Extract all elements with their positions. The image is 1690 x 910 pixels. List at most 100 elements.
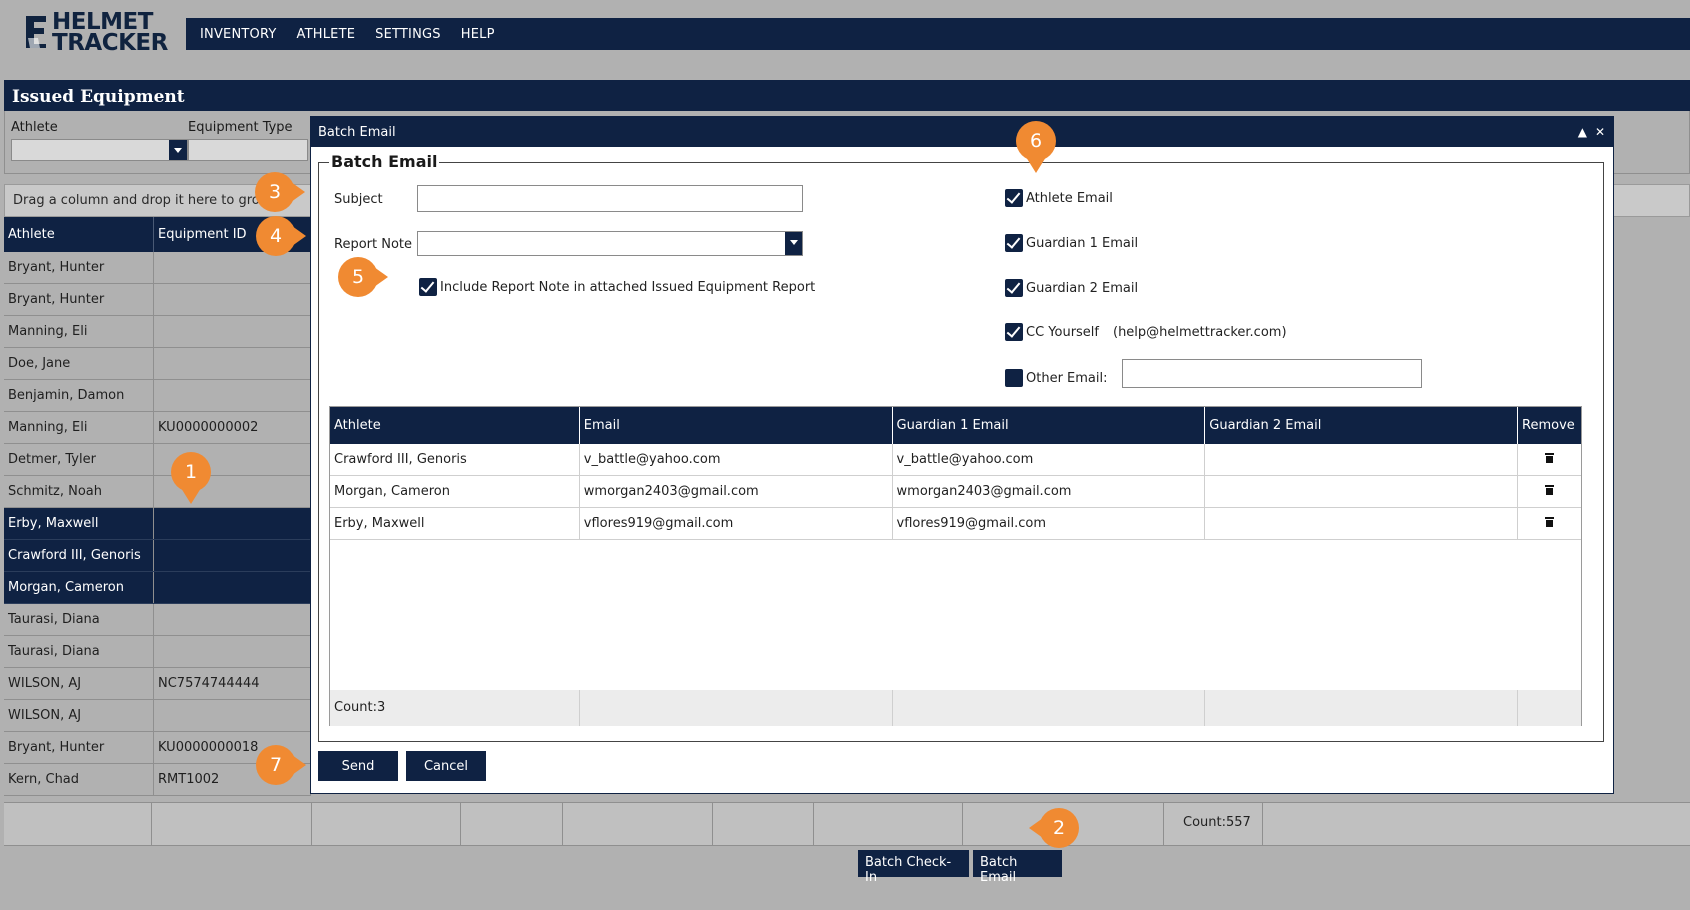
guardian1-cell: wmorgan2403@gmail.com	[893, 476, 1206, 507]
footer-cell	[580, 690, 893, 726]
include-note-label: Include Report Note in attached Issued E…	[440, 280, 816, 295]
equipment-id-cell	[154, 348, 311, 379]
athlete-cell: Manning, Eli	[4, 412, 154, 443]
column-email[interactable]: Email	[580, 407, 893, 444]
nav-inventory[interactable]: INVENTORY	[200, 27, 277, 42]
close-icon[interactable]: ✕	[1595, 125, 1605, 139]
cc-yourself-checkbox[interactable]	[1005, 323, 1023, 341]
trash-icon[interactable]	[1545, 517, 1555, 527]
equipment-id-cell	[154, 252, 311, 283]
guardian2-email-checkbox[interactable]	[1005, 279, 1023, 297]
column-guardian1-email[interactable]: Guardian 1 Email	[893, 407, 1206, 444]
subject-input[interactable]	[417, 185, 803, 212]
footer-divider	[460, 802, 461, 846]
dialog-controls: ▲ ✕	[1578, 125, 1605, 139]
table-row[interactable]: WILSON, AJ	[4, 700, 311, 732]
table-row[interactable]: Taurasi, Diana	[4, 604, 311, 636]
email-cell: wmorgan2403@gmail.com	[580, 476, 893, 507]
column-guardian2-email[interactable]: Guardian 2 Email	[1205, 407, 1519, 444]
equipment-id-cell	[154, 604, 311, 635]
equipment-id-cell	[154, 316, 311, 347]
recipients-table: Athlete Email Guardian 1 Email Guardian …	[329, 406, 1582, 726]
remove-cell	[1518, 508, 1581, 539]
batch-email-button[interactable]: Batch Email	[973, 850, 1062, 885]
column-athlete[interactable]: Athlete	[4, 217, 154, 252]
callout-marker: 1	[171, 452, 211, 504]
page-title: Issued Equipment	[4, 80, 1690, 111]
table-row[interactable]: Taurasi, Diana	[4, 636, 311, 668]
table-row[interactable]: WILSON, AJ NC7574744444	[4, 668, 311, 700]
nav-help[interactable]: HELP	[461, 27, 495, 42]
athlete-cell: Schmitz, Noah	[4, 476, 154, 507]
table-row[interactable]: Manning, Eli KU0000000002	[4, 412, 311, 444]
equipment-id-cell	[154, 540, 311, 571]
equipment-id-cell	[154, 636, 311, 667]
table-row[interactable]: Benjamin, Damon	[4, 380, 311, 412]
batch-email-dialog: Batch Email ▲ ✕ Batch Email Subject Repo…	[310, 116, 1614, 794]
guardian1-email-label: Guardian 1 Email	[1026, 236, 1139, 251]
column-athlete[interactable]: Athlete	[330, 407, 580, 444]
helmet-tracker-logo[interactable]: HELMET TRACKER	[24, 11, 168, 55]
grid-count: Count:557	[1183, 815, 1251, 830]
equipment-id-cell	[154, 572, 311, 603]
table-row: Morgan, Cameron wmorgan2403@gmail.com wmor…	[330, 476, 1581, 508]
footer-cell	[893, 690, 1206, 726]
equipment-id-cell: KU0000000002	[154, 412, 311, 443]
athlete-cell: Bryant, Hunter	[4, 732, 154, 763]
athlete-cell: Kern, Chad	[4, 764, 154, 795]
chevron-down-icon[interactable]	[169, 140, 187, 160]
table-row[interactable]: Doe, Jane	[4, 348, 311, 380]
table-row[interactable]: Schmitz, Noah	[4, 476, 311, 508]
callout-number: 2	[1052, 817, 1066, 839]
table-row[interactable]: Manning, Eli	[4, 316, 311, 348]
equipment-id-cell	[154, 284, 311, 315]
other-email-label: Other Email:	[1026, 371, 1108, 386]
trash-icon[interactable]	[1545, 485, 1555, 495]
report-note-label: Report Note	[334, 237, 412, 252]
trash-icon[interactable]	[1545, 453, 1555, 463]
main-nav: INVENTORY ATHLETE SETTINGS HELP	[186, 18, 1690, 50]
table-row[interactable]: Bryant, Hunter	[4, 252, 311, 284]
table-row[interactable]: Crawford III, Genoris	[4, 540, 311, 572]
footer-divider	[562, 802, 563, 846]
send-button[interactable]: Send	[318, 751, 398, 781]
guardian2-email-label: Guardian 2 Email	[1026, 281, 1139, 296]
athlete-cell: Erby, Maxwell	[330, 508, 580, 539]
table-row[interactable]: Erby, Maxwell	[4, 508, 311, 540]
table-row: Erby, Maxwell vflores919@gmail.com vflores…	[330, 508, 1581, 540]
nav-settings[interactable]: SETTINGS	[375, 27, 441, 42]
column-remove: Remove	[1522, 418, 1575, 433]
equipment-type-filter-select[interactable]	[188, 139, 308, 161]
batch-checkin-button[interactable]: Batch Check-In	[858, 850, 969, 885]
equipment-id-cell	[154, 508, 311, 539]
cancel-button[interactable]: Cancel	[406, 751, 486, 781]
chevron-down-icon[interactable]	[785, 232, 802, 255]
issued-equipment-grid: Athlete Equipment ID Bryant, Hunter Bryan…	[4, 217, 311, 796]
collapse-icon[interactable]: ▲	[1578, 125, 1587, 139]
equipment-type-filter-label: Equipment Type	[188, 120, 293, 135]
athlete-email-checkbox[interactable]	[1005, 189, 1023, 207]
callout-number: 5	[351, 266, 365, 288]
athlete-cell: Crawford III, Genoris	[4, 540, 154, 571]
callout-number: 6	[1029, 130, 1043, 152]
include-note-checkbox[interactable]	[419, 278, 437, 296]
table-row[interactable]: Morgan, Cameron	[4, 572, 311, 604]
callout-marker: 6	[1016, 121, 1056, 173]
other-email-input[interactable]	[1122, 359, 1422, 388]
footer-divider	[1262, 802, 1263, 846]
other-email-checkbox[interactable]	[1005, 369, 1023, 387]
table-row[interactable]: Detmer, Tyler	[4, 444, 311, 476]
footer-divider	[712, 802, 713, 846]
report-note-select[interactable]	[417, 231, 803, 256]
athlete-cell: Taurasi, Diana	[4, 604, 154, 635]
footer-divider	[311, 802, 312, 846]
email-cell: vflores919@gmail.com	[580, 508, 893, 539]
guardian2-cell	[1205, 508, 1519, 539]
athlete-cell: Bryant, Hunter	[4, 252, 154, 283]
table-row[interactable]: Bryant, Hunter	[4, 284, 311, 316]
nav-athlete[interactable]: ATHLETE	[297, 27, 356, 42]
guardian1-email-checkbox[interactable]	[1005, 234, 1023, 252]
athlete-filter-select[interactable]	[11, 139, 188, 161]
equipment-id-cell: NC7574744444	[154, 668, 311, 699]
equipment-id-cell	[154, 700, 311, 731]
